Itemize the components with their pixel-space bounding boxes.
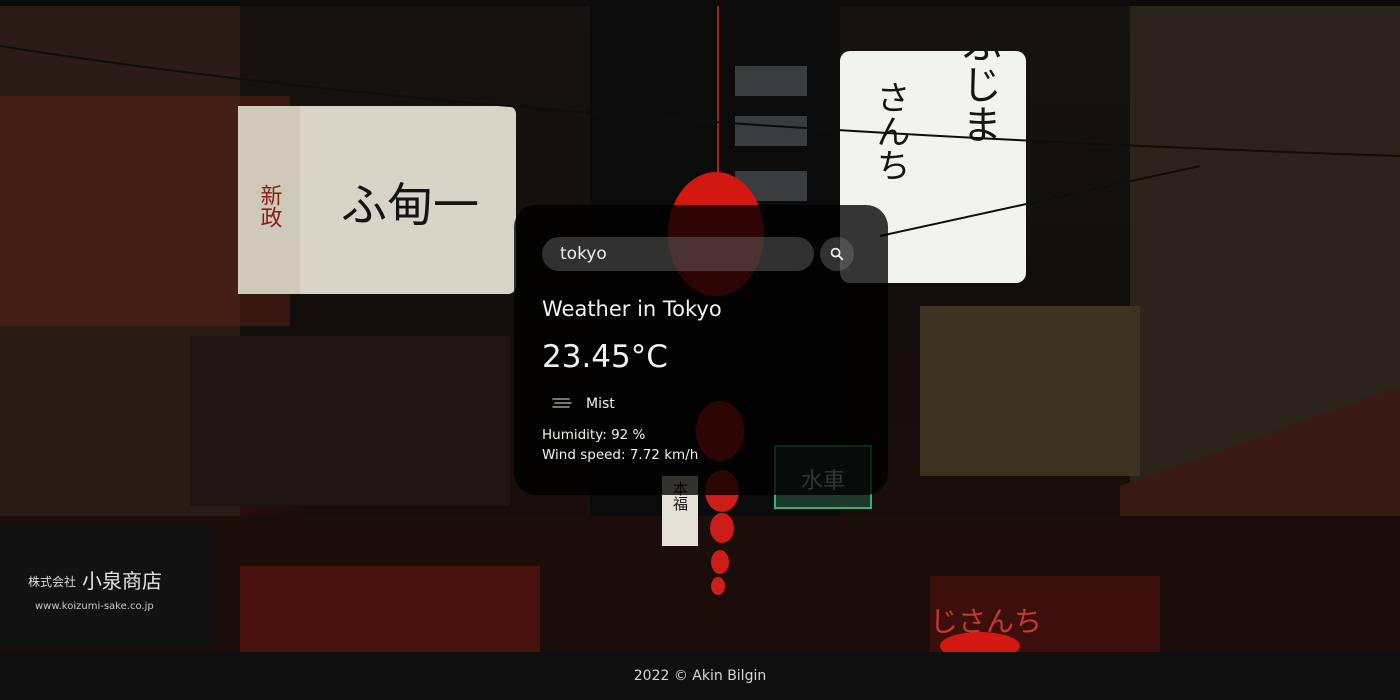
right-sign-main-text: ふじま (955, 24, 1001, 144)
shop-sign-left-name: 小泉商店 (82, 569, 162, 593)
weather-details: Humidity: 92 % Wind speed: 7.72 km/h (542, 425, 860, 465)
humidity: Humidity: 92 % (542, 427, 646, 443)
left-lower-building (190, 336, 510, 506)
lantern (711, 577, 725, 595)
wind-speed: Wind speed: 7.72 km/h (542, 447, 699, 463)
search-input[interactable] (542, 237, 814, 271)
weather-title: Weather in Tokyo (542, 297, 722, 321)
footer: 2022 © Akin Bilgin (0, 652, 1400, 700)
lantern (711, 550, 729, 574)
mist-icon (542, 391, 582, 417)
left-sign-side-text: 新政 (257, 184, 283, 228)
red-shopfront (240, 566, 540, 652)
shop-sign-left-small: 株式会社 (28, 574, 76, 589)
footer-text: 2022 © Akin Bilgin (633, 668, 767, 684)
weather-description: Mist (586, 396, 615, 412)
lantern (710, 513, 734, 543)
description-row: Mist (542, 391, 860, 417)
shop-sign-left-url: www.koizumi-sake.co.jp (35, 601, 154, 612)
search-icon (830, 247, 844, 261)
right-sign-sub-text: さんち (870, 80, 910, 182)
shop-sign-right-text: じさんち (930, 605, 1042, 638)
weather-card: Weather in Tokyo 23.45°C Mist Humidity: … (514, 205, 888, 495)
right-ac-unit (920, 306, 1140, 476)
window (735, 66, 807, 96)
window (735, 116, 807, 146)
search-button[interactable] (820, 237, 854, 271)
search-bar (542, 237, 860, 271)
temperature: 23.45°C (542, 339, 668, 375)
left-sign-text: ふ甸一 (341, 178, 479, 232)
